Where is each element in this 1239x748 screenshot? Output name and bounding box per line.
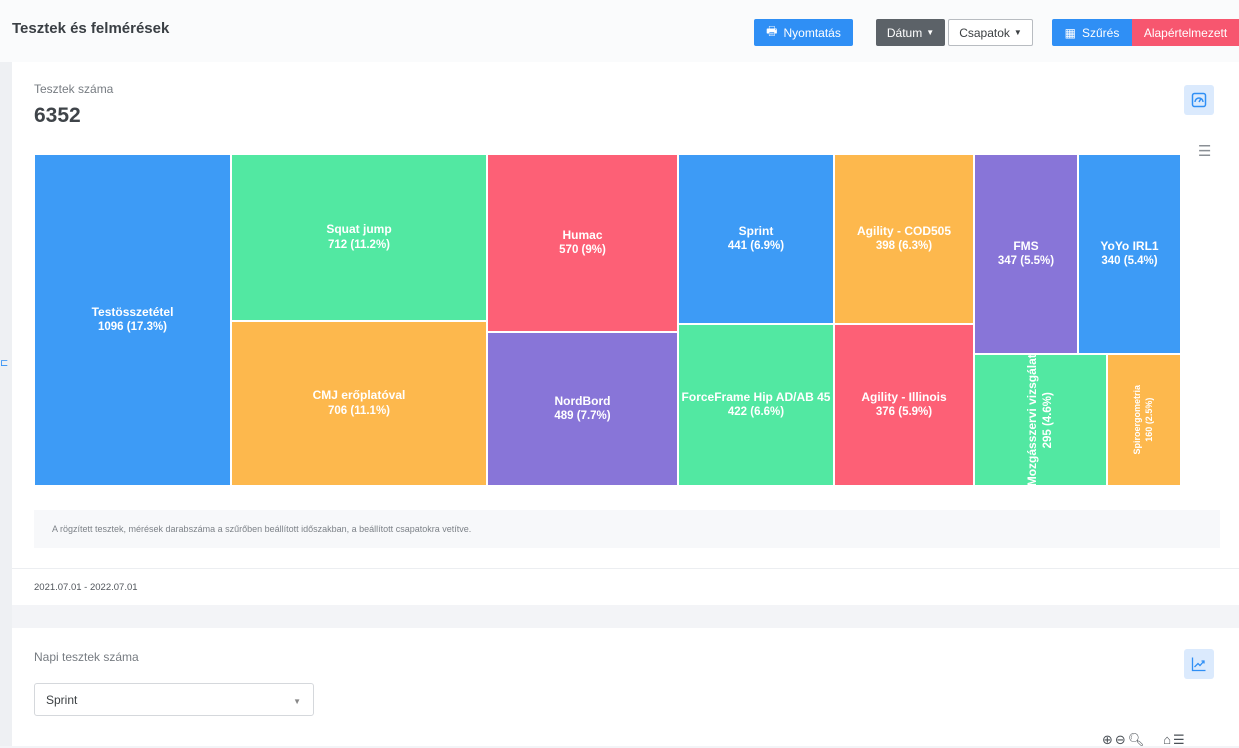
treemap-tile[interactable]: Humac 570 (9%) xyxy=(487,154,678,332)
treemap-tile-value: 340 (5.4%) xyxy=(1101,255,1158,268)
trend-chart-icon-svg xyxy=(1191,657,1206,672)
treemap-tile-value: 160 (2.5%) xyxy=(1144,397,1154,443)
gauge-icon[interactable] xyxy=(1184,85,1214,115)
test-type-select-value: Sprint xyxy=(46,692,78,707)
treemap-tile-name: YoYo IRL1 xyxy=(1100,238,1159,253)
teams-button-label: Csapatok xyxy=(959,25,1010,40)
filter-button-label: Szűrés xyxy=(1081,25,1120,40)
tests-count-label: Tesztek száma xyxy=(34,82,114,96)
treemap-tile-label: CMJ erőplatóval 706 (11.1%) xyxy=(313,388,406,419)
sidebar-toggle-icon[interactable]: ⊏ xyxy=(0,358,8,369)
treemap-tile-label: Humac 570 (9%) xyxy=(559,228,606,259)
treemap-tile-name: ForceFrame Hip AD/AB 45 xyxy=(681,389,831,404)
treemap-tile[interactable]: Mozgásszervi vizsgálat 295 (4.6%) xyxy=(974,354,1107,486)
treemap-tile-name: Squat jump xyxy=(326,222,392,237)
zoom-in-icon[interactable]: ⊕ xyxy=(1102,732,1115,747)
printer-icon: 🖶 xyxy=(766,24,778,38)
treemap-tile-label: Sprint 441 (6.9%) xyxy=(728,224,784,255)
zoom-out-icon[interactable]: ⊖ xyxy=(1115,732,1128,747)
treemap-tile[interactable]: ForceFrame Hip AD/AB 45 422 (6.6%) xyxy=(678,324,834,486)
treemap-tile-name: NordBord xyxy=(554,393,611,408)
teams-dropdown-button[interactable]: Csapatok ▼ xyxy=(948,19,1033,46)
left-sidebar-strip: ⊏ xyxy=(0,62,12,746)
treemap-tile[interactable]: Squat jump 712 (11.2%) xyxy=(231,154,487,321)
treemap-tile-label: FMS 347 (5.5%) xyxy=(998,239,1054,270)
treemap-tile-value: 376 (5.9%) xyxy=(875,406,933,419)
card-divider xyxy=(12,568,1239,569)
date-button-label: Dátum xyxy=(886,25,923,40)
treemap-tile[interactable]: Spiroergometria 160 (2.5%) xyxy=(1107,354,1181,486)
caret-down-icon: ▼ xyxy=(926,28,935,37)
treemap-tile-value: 422 (6.6%) xyxy=(727,406,785,419)
treemap-tile-value: 489 (7.7%) xyxy=(554,410,611,423)
daily-tests-card: Napi tesztek száma Sprint ▼ ⊕⊖🔍︎ ⌂☰ xyxy=(12,628,1239,747)
treemap-tile-value: 570 (9%) xyxy=(559,244,606,257)
print-button-label: Nyomtatás xyxy=(783,25,841,40)
treemap-tile-value: 295 (4.6%) xyxy=(1041,391,1054,449)
treemap-tile-value: 347 (5.5%) xyxy=(997,255,1055,268)
treemap-tile-value: 706 (11.1%) xyxy=(327,404,390,417)
treemap-tile[interactable]: CMJ erőplatóval 706 (11.1%) xyxy=(231,321,487,486)
default-reset-button[interactable]: Alapértelmezett xyxy=(1132,19,1239,46)
treemap-tile-value: 398 (6.3%) xyxy=(875,240,933,253)
trend-chart-icon[interactable] xyxy=(1184,649,1214,679)
treemap-tile-label: ForceFrame Hip AD/AB 45 422 (6.6%) xyxy=(682,390,831,421)
treemap-tile-name: Humac xyxy=(562,227,603,242)
treemap-tile-label: Agility - Illinois 376 (5.9%) xyxy=(861,390,946,421)
date-range-text: 2021.07.01 - 2022.07.01 xyxy=(34,582,138,593)
zoom-search-icon[interactable]: 🔍︎ xyxy=(1128,732,1147,747)
tests-count-value: 6352 xyxy=(34,104,81,127)
treemap-tile-label: Spiroergometria 160 (2.5%) xyxy=(1132,385,1155,455)
chart-menu-icon[interactable]: ☰ xyxy=(1173,732,1187,747)
caret-down-icon: ▼ xyxy=(1013,28,1022,37)
treemap-tile-name: Agility - COD505 xyxy=(856,223,952,238)
tests-count-card: Tesztek száma 6352 ☰ Testösszetétel 1096 … xyxy=(12,62,1239,605)
tests-treemap: Testösszetétel 1096 (17.3%) Squat jump 712 … xyxy=(34,154,1181,486)
calendar-icon: ▦ xyxy=(1064,25,1076,40)
treemap-tile[interactable]: NordBord 489 (7.7%) xyxy=(487,332,678,486)
treemap-tile-value: 1096 (17.3%) xyxy=(97,321,168,334)
treemap-tile-value: 441 (6.9%) xyxy=(727,240,785,253)
treemap-tile-name: Mozgásszervi vizsgálat xyxy=(1025,354,1040,486)
treemap-tile-value: 712 (11.2%) xyxy=(327,238,390,251)
print-button[interactable]: 🖶 Nyomtatás xyxy=(754,19,853,46)
default-button-label: Alapértelmezett xyxy=(1143,25,1228,40)
test-type-select[interactable]: Sprint ▼ xyxy=(34,683,314,716)
treemap-tile-name: Sprint xyxy=(738,223,774,238)
treemap-tile-name: FMS xyxy=(1013,238,1039,253)
date-dropdown-button[interactable]: Dátum ▼ xyxy=(876,19,945,46)
treemap-tile[interactable]: Agility - COD505 398 (6.3%) xyxy=(834,154,974,324)
treemap-tile-label: Testösszetétel 1096 (17.3%) xyxy=(92,305,174,336)
treemap-tile-label: YoYo IRL1 340 (5.4%) xyxy=(1100,239,1158,270)
chart-menu-hamburger-icon[interactable]: ☰ xyxy=(1198,142,1211,160)
filter-button[interactable]: ▦ Szűrés xyxy=(1052,19,1132,46)
chevron-down-icon: ▼ xyxy=(293,697,301,706)
treemap-tile-label: NordBord 489 (7.7%) xyxy=(554,394,610,425)
treemap-tile-name: CMJ erőplatóval xyxy=(312,388,406,403)
top-bar: Tesztek és felmérések 🖶 Nyomtatás Dátum … xyxy=(0,0,1239,63)
treemap-tile-label: Agility - COD505 398 (6.3%) xyxy=(857,224,951,255)
treemap-tile[interactable]: Sprint 441 (6.9%) xyxy=(678,154,834,324)
treemap-tile-name: Testösszetétel xyxy=(91,304,174,319)
page-title: Tesztek és felmérések xyxy=(12,20,170,37)
chart-description-note: A rögzített tesztek, mérések darabszáma … xyxy=(34,510,1220,548)
treemap-tile[interactable]: Testösszetétel 1096 (17.3%) xyxy=(34,154,231,486)
treemap-tile[interactable]: FMS 347 (5.5%) xyxy=(974,154,1078,354)
treemap-tile-name: Spiroergometria xyxy=(1132,385,1143,455)
treemap-tile-label: Squat jump 712 (11.2%) xyxy=(326,222,391,253)
treemap-tile-name: Agility - Illinois xyxy=(861,389,947,404)
treemap-tile-label: Mozgásszervi vizsgálat 295 (4.6%) xyxy=(1025,354,1056,486)
home-reset-icon[interactable]: ⌂ xyxy=(1163,732,1173,747)
treemap-tile[interactable]: YoYo IRL1 340 (5.4%) xyxy=(1078,154,1181,354)
daily-tests-label: Napi tesztek száma xyxy=(34,650,139,664)
gauge-icon-svg xyxy=(1191,92,1207,108)
treemap-tile[interactable]: Agility - Illinois 376 (5.9%) xyxy=(834,324,974,486)
